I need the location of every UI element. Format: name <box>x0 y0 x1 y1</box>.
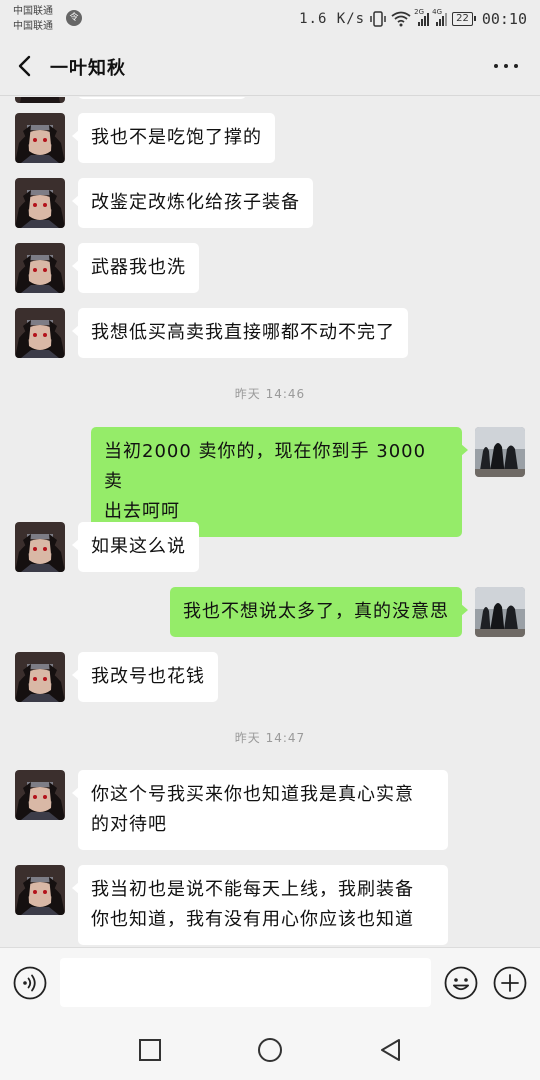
timestamp: 昨天 14:47 <box>234 731 306 745</box>
plus-icon <box>493 966 527 1000</box>
message-text: 我也不想说太多了，真的没意思 <box>183 601 449 622</box>
sim1-network-tag: 2G <box>414 8 424 16</box>
more-dots-icon <box>494 64 498 68</box>
status-indicators: 1.6 K/s 2G 4G 22 00:10 <box>299 8 527 29</box>
my-avatar[interactable] <box>475 587 525 637</box>
message-input[interactable] <box>60 958 431 1007</box>
vibrate-icon <box>370 11 386 27</box>
contact-avatar[interactable] <box>15 865 65 915</box>
signal-1-icon: 2G <box>414 8 430 26</box>
contact-avatar[interactable] <box>15 652 65 702</box>
sim-badge-icon: 令 <box>66 10 82 26</box>
contact-avatar[interactable] <box>15 308 65 358</box>
message-list[interactable]: 我也不是吃饱了撑的 改鉴定改炼化给孩子装备 武器我也洗 我想低买高卖我直接哪都不… <box>0 97 540 947</box>
more-button[interactable] <box>494 64 518 68</box>
chat-title: 一叶知秋 <box>50 58 126 79</box>
message-bubble[interactable]: 我也不是吃饱了撑的 <box>72 113 275 163</box>
wifi-icon <box>391 11 411 27</box>
message-bubble-outgoing[interactable]: 我也不想说太多了，真的没意思 <box>170 587 468 637</box>
message-bubble[interactable]: 如果这么说 <box>72 522 199 572</box>
message-text: 改鉴定改炼化给孩子装备 <box>91 192 300 213</box>
message-text: 如果这么说 <box>91 536 186 557</box>
message-bubble-partial[interactable] <box>78 97 246 99</box>
nav-back-button[interactable] <box>375 1035 405 1065</box>
chevron-left-icon <box>18 55 31 77</box>
message-bubble[interactable]: 你这个号我买来你也知道我是真心实意 的对待吧 <box>72 770 448 850</box>
triangle-back-icon <box>381 1039 400 1061</box>
message-text: 我改号也花钱 <box>91 666 205 687</box>
message-bubble[interactable]: 改鉴定改炼化给孩子装备 <box>72 178 313 228</box>
message-bubble-outgoing[interactable]: 当初2000 卖你的，现在你到手 3000 卖 出去呵呵 <box>91 427 468 537</box>
clock: 00:10 <box>481 10 527 28</box>
more-functions-button[interactable] <box>493 966 527 1000</box>
carrier-1-label: 中国联通 <box>13 6 53 17</box>
contact-avatar[interactable] <box>15 522 65 572</box>
contact-avatar[interactable] <box>15 178 65 228</box>
home-button[interactable] <box>255 1035 285 1065</box>
emoji-button[interactable] <box>444 966 478 1000</box>
message-text: 武器我也洗 <box>91 257 186 278</box>
circle-icon <box>258 1038 282 1062</box>
carrier-info: 中国联通 中国联通 <box>13 4 53 34</box>
chat-header: 一叶知秋 <box>0 38 540 96</box>
message-text-line2: 的对待吧 <box>91 814 167 835</box>
message-text-line1: 你这个号我买来你也知道我是真心实意 <box>91 784 414 805</box>
message-text: 我想低买高卖我直接哪都不动不完了 <box>91 322 395 343</box>
message-text: 我也不是吃饱了撑的 <box>91 127 262 148</box>
message-text-line2: 你也知道，我有没有用心你应该也知道 <box>91 909 414 930</box>
contact-avatar[interactable] <box>15 243 65 293</box>
system-nav-bar <box>0 1019 540 1080</box>
message-text-line1: 我当初也是说不能每天上线，我刷装备 <box>91 879 414 900</box>
back-button[interactable] <box>12 52 40 80</box>
message-bubble[interactable]: 武器我也洗 <box>72 243 199 293</box>
signal-2-icon: 4G <box>432 8 448 26</box>
recent-apps-button[interactable] <box>135 1035 165 1065</box>
message-bubble[interactable]: 我想低买高卖我直接哪都不动不完了 <box>72 308 408 358</box>
emoji-icon <box>444 966 478 1000</box>
input-bar <box>0 947 540 1019</box>
battery-icon: 22 <box>452 12 476 26</box>
my-avatar[interactable] <box>475 427 525 477</box>
status-bar: 中国联通 中国联通 令 1.6 K/s 2G 4G 22 00:10 <box>0 0 540 38</box>
message-bubble[interactable]: 我当初也是说不能每天上线，我刷装备 你也知道，我有没有用心你应该也知道 <box>72 865 448 945</box>
voice-button[interactable] <box>13 966 47 1000</box>
carrier-2-label: 中国联通 <box>13 21 53 32</box>
sim2-network-tag: 4G <box>432 8 442 16</box>
message-text-line1: 当初2000 卖你的，现在你到手 3000 卖 <box>104 441 427 492</box>
timestamp: 昨天 14:46 <box>234 387 306 401</box>
contact-avatar[interactable] <box>15 113 65 163</box>
voice-icon <box>13 966 47 1000</box>
net-speed: 1.6 K/s <box>299 11 366 27</box>
square-icon <box>139 1039 161 1061</box>
message-bubble[interactable]: 我改号也花钱 <box>72 652 218 702</box>
contact-avatar[interactable] <box>15 97 65 103</box>
contact-avatar[interactable] <box>15 770 65 820</box>
